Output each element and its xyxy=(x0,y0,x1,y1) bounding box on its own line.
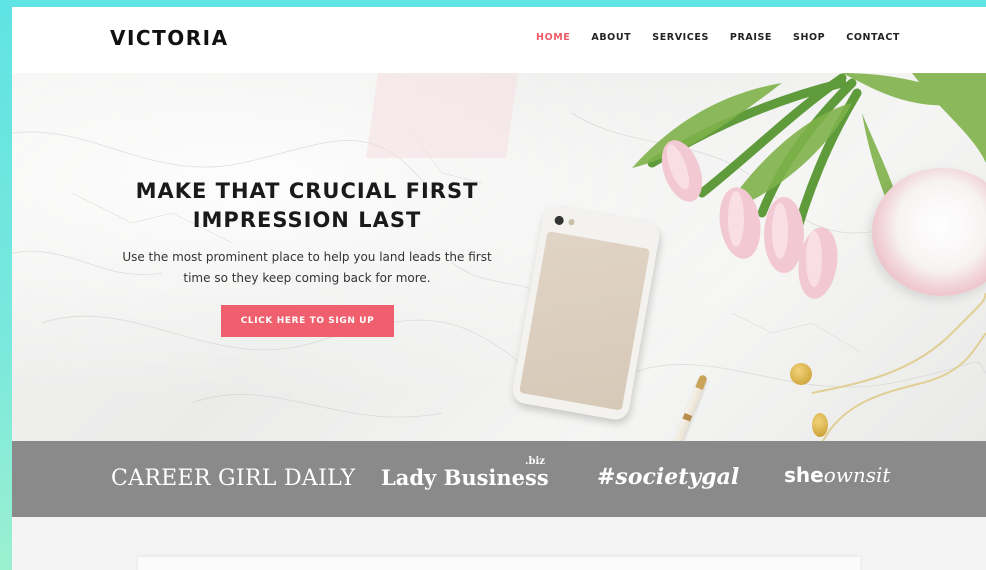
next-section-card xyxy=(138,557,860,570)
next-section xyxy=(12,517,986,570)
press-logos-bar: CAREER GIRL DAILY Lady Business .biz #so… xyxy=(12,441,986,517)
press-logo-career-girl-daily[interactable]: CAREER GIRL DAILY xyxy=(111,466,355,491)
press-logo-sheownsit-she: she xyxy=(784,463,824,487)
signup-button[interactable]: CLICK HERE TO SIGN UP xyxy=(221,305,394,337)
site-header: VICTORIA HOME ABOUT SERVICES PRAISE SHOP… xyxy=(12,7,986,73)
press-logo-lady-business-suffix: .biz xyxy=(525,456,545,467)
hero-section: MAKE THAT CRUCIAL FIRST IMPRESSION LAST … xyxy=(12,73,986,441)
hero-subtitle-line2: time so they keep coming back for more. xyxy=(183,271,431,285)
hero-title: MAKE THAT CRUCIAL FIRST IMPRESSION LAST xyxy=(122,177,492,235)
earbud-left xyxy=(790,363,812,385)
nav-item-home[interactable]: HOME xyxy=(536,32,570,43)
nav-item-contact[interactable]: CONTACT xyxy=(846,32,900,43)
website-frame: VICTORIA HOME ABOUT SERVICES PRAISE SHOP… xyxy=(12,7,986,570)
main-nav: HOME ABOUT SERVICES PRAISE SHOP CONTACT xyxy=(536,32,900,43)
press-logo-lady-business[interactable]: Lady Business .biz xyxy=(381,456,549,490)
hero-subtitle-line1: Use the most prominent place to help you… xyxy=(122,250,492,264)
nav-item-services[interactable]: SERVICES xyxy=(652,32,709,43)
nav-item-about[interactable]: ABOUT xyxy=(591,32,631,43)
press-logo-sheownsit[interactable]: sheownsit xyxy=(784,463,890,487)
nav-item-shop[interactable]: SHOP xyxy=(793,32,825,43)
press-logo-lady-business-text: Lady Business xyxy=(381,465,549,490)
hero-title-line2: IMPRESSION LAST xyxy=(192,208,422,232)
notebook-image xyxy=(366,73,518,158)
earbud-right xyxy=(812,413,828,437)
site-logo[interactable]: VICTORIA xyxy=(110,26,229,50)
hero-title-line1: MAKE THAT CRUCIAL FIRST xyxy=(135,179,479,203)
hero-subtitle: Use the most prominent place to help you… xyxy=(112,247,502,289)
press-logo-societygal[interactable]: #societygal xyxy=(597,464,739,490)
press-logo-sheownsit-ownsit: ownsit xyxy=(823,463,891,487)
nav-item-praise[interactable]: PRAISE xyxy=(730,32,772,43)
